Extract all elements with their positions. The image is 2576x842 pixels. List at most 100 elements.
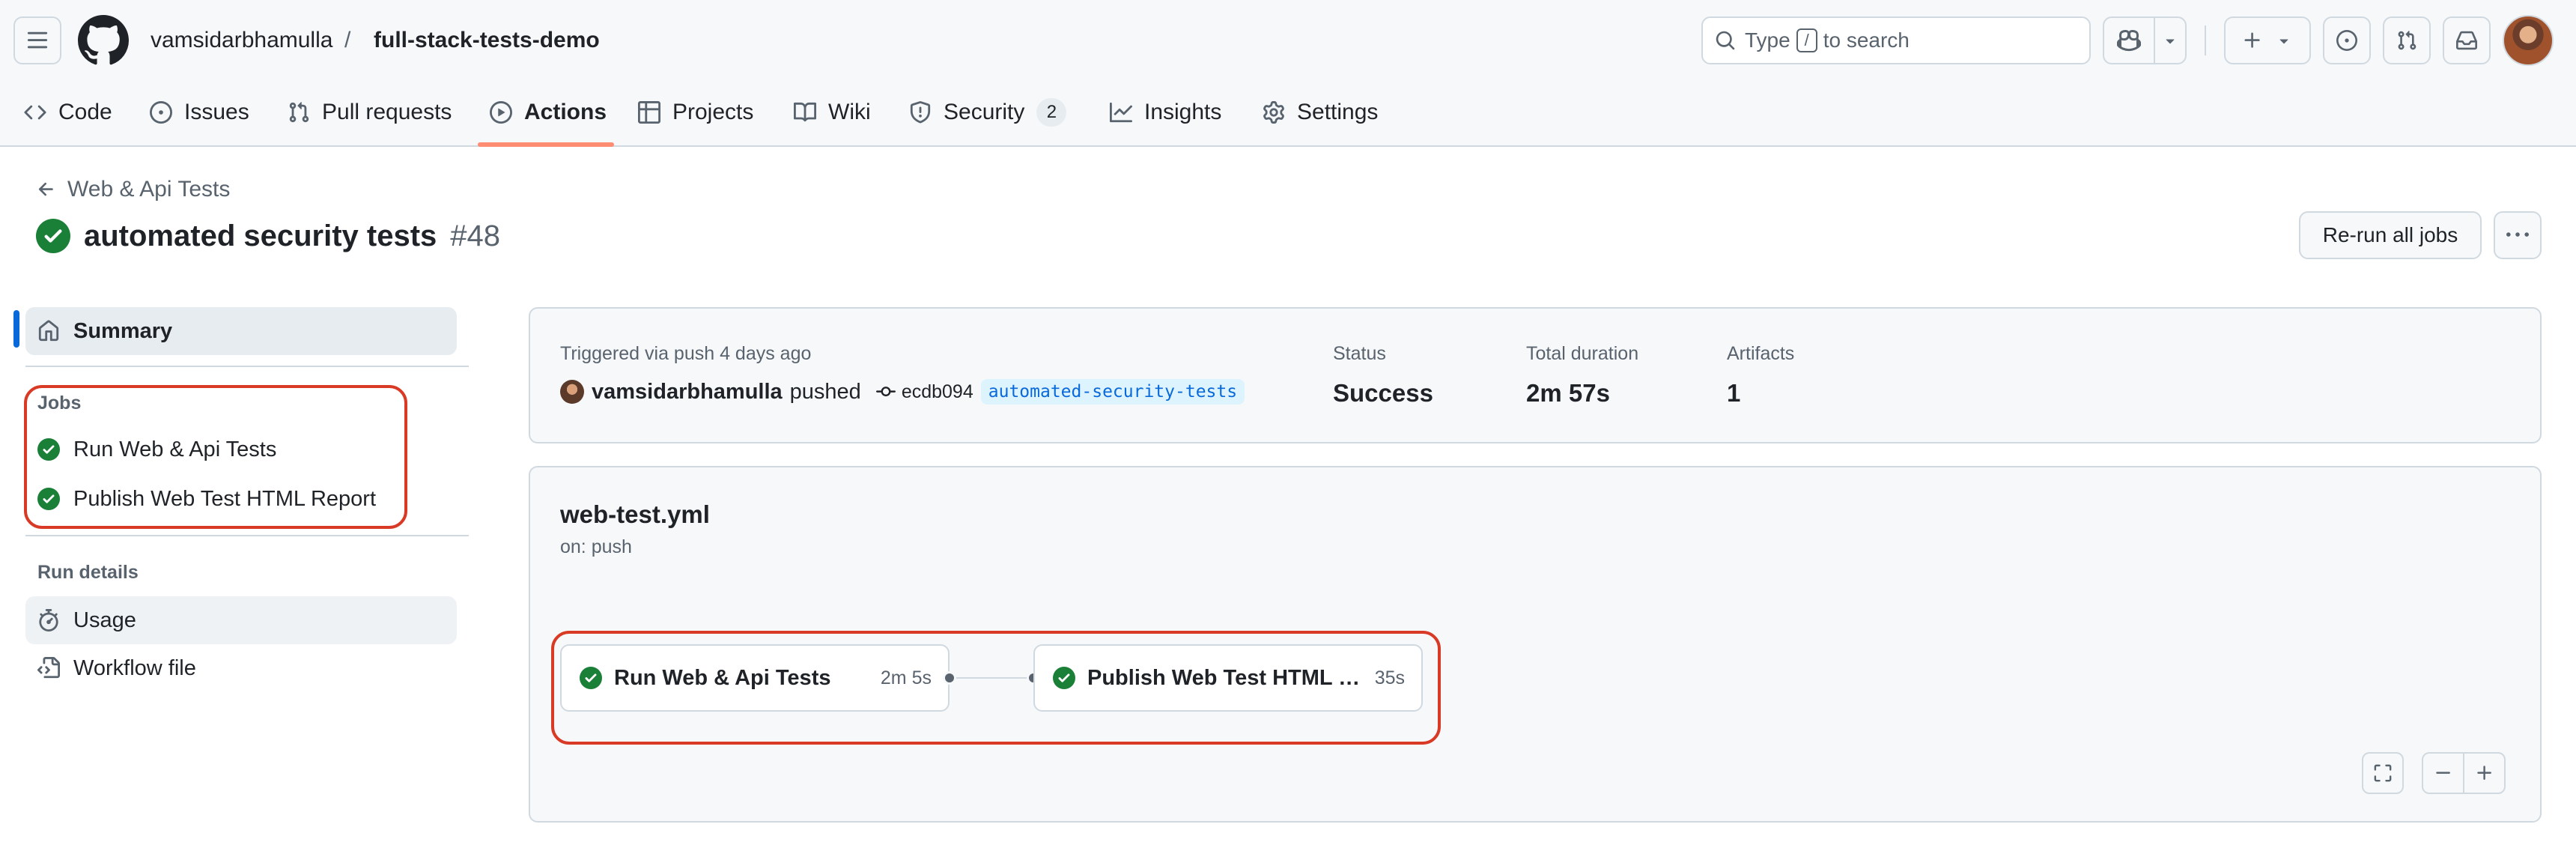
sidebar-item-usage[interactable]: Usage — [25, 596, 457, 644]
graph-annotation-box — [551, 631, 1441, 745]
tab-label: Projects — [672, 100, 754, 124]
actor-avatar — [560, 380, 584, 404]
page-title: automated security tests #48 — [36, 217, 500, 255]
rerun-all-jobs-button[interactable]: Re-run all jobs — [2299, 211, 2482, 259]
copilot-button[interactable] — [2104, 18, 2154, 63]
git-commit-icon — [875, 382, 896, 402]
tab-label: Wiki — [828, 100, 871, 124]
sidebar-item-label: Workflow file — [73, 655, 196, 680]
search-prefix-text: Type — [1745, 28, 1790, 52]
git-pull-request-icon — [2396, 30, 2417, 51]
github-logo-icon[interactable] — [78, 15, 129, 66]
file-code-icon — [37, 657, 60, 679]
search-suffix-text: to search — [1823, 28, 1910, 52]
header-divider — [2205, 25, 2206, 55]
commit-sha: ecdb094 — [901, 381, 973, 402]
sidebar-item-label: Summary — [73, 318, 173, 343]
breadcrumb-owner[interactable]: vamsidarbhamulla — [151, 25, 332, 55]
fullscreen-button[interactable] — [2362, 752, 2404, 794]
table-icon — [638, 101, 660, 124]
trigger-text: Triggered via push 4 days ago — [560, 343, 812, 364]
status-value: Success — [1333, 379, 1433, 407]
tab-projects[interactable]: Projects — [638, 93, 753, 132]
tab-wiki[interactable]: Wiki — [794, 93, 871, 132]
run-details-heading: Run details — [37, 562, 139, 583]
sidebar-item-label: Usage — [73, 608, 136, 632]
actor-link[interactable]: vamsidarbhamulla — [592, 380, 783, 405]
zoom-in-button[interactable] — [2463, 754, 2504, 793]
plus-icon — [2475, 763, 2494, 783]
artifacts-label: Artifacts — [1727, 343, 1795, 364]
active-tab-indicator — [478, 142, 614, 147]
search-placeholder: Type / to search — [1745, 28, 1910, 52]
issue-opened-icon — [2336, 30, 2357, 51]
tab-label: Actions — [524, 100, 607, 124]
trigger-details: vamsidarbhamulla pushed ecdb094 automate… — [560, 379, 1245, 405]
check-circle-fill-icon — [36, 219, 70, 253]
jobs-annotation-box — [24, 385, 407, 529]
create-new-button[interactable] — [2224, 16, 2311, 64]
sidebar-active-indicator — [13, 310, 19, 348]
copilot-button-group — [2103, 16, 2187, 64]
plus-icon — [2242, 30, 2263, 51]
tab-security[interactable]: Security 2 — [909, 93, 1067, 132]
code-icon — [24, 101, 46, 124]
tab-actions[interactable]: Actions — [490, 93, 607, 132]
tab-insights[interactable]: Insights — [1110, 93, 1221, 132]
tab-issues[interactable]: Issues — [150, 93, 249, 132]
menu-button[interactable] — [13, 16, 61, 64]
search-input[interactable]: Type / to search — [1701, 16, 2091, 64]
sidebar-divider — [25, 535, 469, 536]
book-icon — [794, 101, 816, 124]
screen-full-icon — [2373, 763, 2393, 783]
dash-icon — [2434, 763, 2453, 783]
duration-value: 2m 57s — [1526, 379, 1610, 407]
tab-pull-requests[interactable]: Pull requests — [288, 93, 452, 132]
security-alert-count: 2 — [1036, 98, 1067, 127]
user-avatar[interactable] — [2503, 15, 2554, 66]
play-icon — [490, 101, 512, 124]
workflow-file-name: web-test.yml — [560, 500, 710, 528]
breadcrumb-repo[interactable]: full-stack-tests-demo — [374, 25, 600, 55]
breadcrumb-separator: / — [344, 28, 351, 52]
artifacts-value[interactable]: 1 — [1727, 379, 1740, 408]
gear-icon — [1263, 101, 1285, 124]
tab-label: Code — [58, 100, 112, 124]
run-number: #48 — [450, 219, 501, 252]
sidebar-item-workflow-file[interactable]: Workflow file — [25, 644, 457, 692]
arrow-left-icon — [36, 179, 57, 200]
tab-label: Insights — [1144, 100, 1222, 124]
kebab-horizontal-icon — [2506, 224, 2529, 246]
zoom-out-button[interactable] — [2423, 754, 2463, 793]
shield-icon — [909, 101, 932, 124]
graph-icon — [1110, 101, 1132, 124]
git-pull-request-icon — [288, 101, 310, 124]
your-pull-requests-button[interactable] — [2383, 16, 2431, 64]
status-label: Status — [1333, 343, 1386, 364]
stopwatch-icon — [37, 609, 60, 632]
action-text: pushed — [789, 379, 861, 404]
search-shortcut-key: / — [1796, 28, 1817, 52]
tab-label: Pull requests — [322, 100, 452, 124]
your-issues-button[interactable] — [2323, 16, 2371, 64]
more-options-button[interactable] — [2494, 211, 2542, 259]
workflow-trigger: on: push — [560, 536, 632, 557]
inbox-icon — [2456, 30, 2477, 51]
notifications-button[interactable] — [2443, 16, 2491, 64]
commit-link[interactable]: ecdb094 — [875, 381, 973, 403]
zoom-controls — [2422, 752, 2506, 794]
hamburger-icon — [26, 29, 49, 52]
search-icon — [1715, 30, 1736, 51]
sidebar-item-summary[interactable]: Summary — [25, 307, 457, 355]
tab-settings[interactable]: Settings — [1263, 93, 1378, 132]
tab-code[interactable]: Code — [24, 93, 112, 132]
back-to-workflow-link[interactable]: Web & Api Tests — [36, 177, 230, 202]
issue-opened-icon — [150, 101, 172, 124]
copilot-dropdown-button[interactable] — [2154, 18, 2185, 63]
run-summary-card: Triggered via push 4 days ago vamsidarbh… — [529, 307, 2542, 443]
duration-label: Total duration — [1526, 343, 1639, 364]
home-icon — [37, 320, 60, 342]
sidebar-divider — [25, 366, 469, 367]
branch-label[interactable]: automated-security-tests — [980, 379, 1245, 405]
triangle-down-icon — [2275, 31, 2293, 49]
